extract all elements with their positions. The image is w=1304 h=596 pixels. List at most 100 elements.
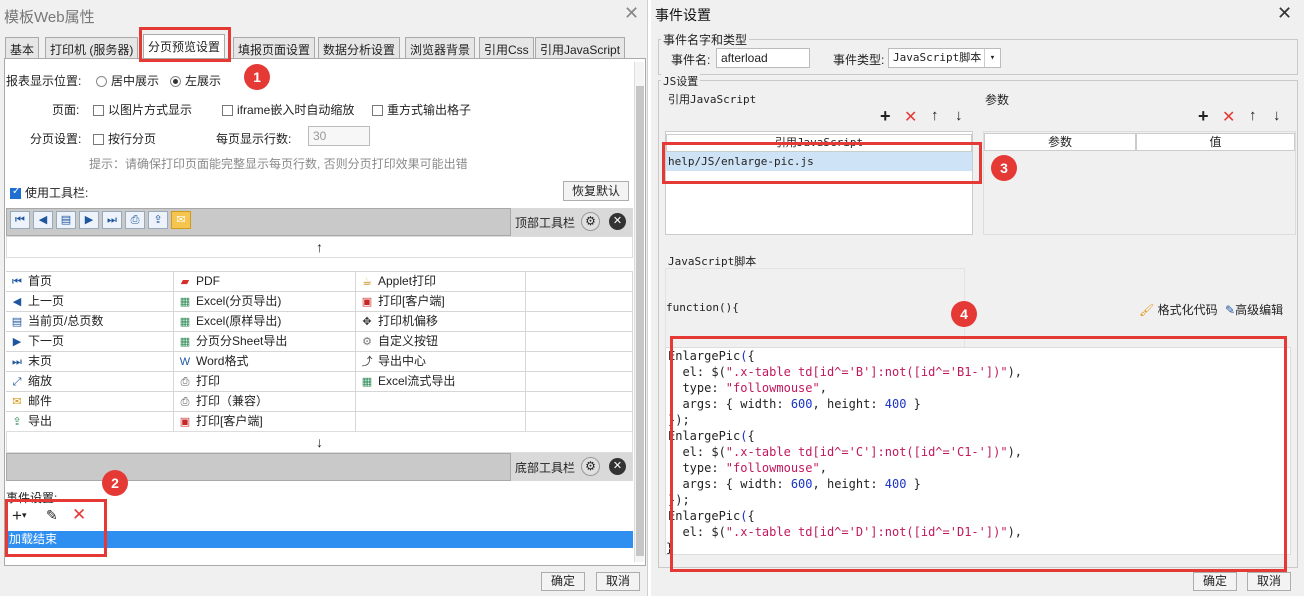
excel-icon: ▦ bbox=[179, 316, 191, 328]
toolbar-items-grid: ⏮ 首页 ▰ PDF ☕ Applet打印 ◀ 上一页 ▦ Excel(分页导出) ▣ 打印[客户端]… bbox=[6, 271, 633, 432]
checkbox-box[interactable] bbox=[372, 105, 383, 116]
remove-icon[interactable]: ✕ bbox=[609, 458, 626, 475]
toolbar-item[interactable]: ▦ 分页分Sheet导出 bbox=[174, 332, 356, 352]
bottom-toolbar-label: 底部工具栏 bbox=[515, 461, 576, 475]
move-down-arrow-icon[interactable]: ↓ bbox=[6, 431, 633, 453]
radio-center[interactable]: 居中展示 bbox=[96, 72, 159, 89]
mail-icon: ✉ bbox=[12, 396, 22, 408]
remove-icon[interactable]: ✕ bbox=[609, 213, 626, 230]
toolbar-item[interactable]: ▤ 当前页/总页数 bbox=[6, 312, 174, 332]
pdf-icon: ▰ bbox=[180, 276, 190, 288]
mail-icon[interactable]: ✉ bbox=[171, 211, 191, 229]
toolbar-item[interactable]: ▰ PDF bbox=[174, 272, 356, 292]
toolbar-item-label: 打印机偏移 bbox=[378, 314, 439, 328]
toolbar-item[interactable]: ▦ Excel(分页导出) bbox=[174, 292, 356, 312]
checkbox-box[interactable] bbox=[93, 134, 104, 145]
checkbox-iframe-zoom[interactable]: iframe嵌入时自动缩放 bbox=[222, 101, 354, 118]
tab-data-analysis[interactable]: 数据分析设置 bbox=[318, 37, 401, 59]
tab-basic[interactable]: 基本 bbox=[5, 37, 40, 59]
ok-button[interactable]: 确定 bbox=[1193, 572, 1237, 591]
toolbar-item[interactable]: ⚙ 自定义按钮 bbox=[356, 332, 526, 352]
restore-default-button[interactable]: 恢复默认 bbox=[563, 181, 629, 201]
move-up-icon[interactable]: ↑ bbox=[1249, 107, 1257, 124]
delete-js-icon[interactable]: ✕ bbox=[904, 107, 917, 127]
radio-left-circle[interactable] bbox=[170, 76, 181, 87]
toolbar-item[interactable]: ⎙ 打印（兼容） bbox=[174, 392, 356, 412]
toolbar-item[interactable]: ⤢ 缩放 bbox=[6, 372, 174, 392]
ref-js-label: 引用JavaScript bbox=[668, 93, 757, 106]
export-icon[interactable]: ⇪ bbox=[148, 211, 168, 229]
rows-per-page-input[interactable]: 30 bbox=[308, 126, 370, 146]
close-icon[interactable]: ✕ bbox=[1277, 3, 1292, 24]
name-type-group-title: 事件名字和类型 bbox=[661, 31, 750, 48]
toolbar-item[interactable]: ▣ 打印[客户端] bbox=[174, 412, 356, 432]
toolbar-item[interactable]: W Word格式 bbox=[174, 352, 356, 372]
tab-ref-css[interactable]: 引用Css bbox=[479, 37, 534, 59]
next-page-icon[interactable]: ▶ bbox=[79, 211, 99, 229]
toolbar-item[interactable]: ◀ 上一页 bbox=[6, 292, 174, 312]
vertical-scrollbar[interactable] bbox=[634, 62, 644, 562]
move-down-icon[interactable]: ↓ bbox=[1273, 107, 1281, 124]
event-name-input[interactable]: afterload bbox=[716, 48, 810, 68]
gear-icon[interactable]: ⚙ bbox=[581, 457, 600, 476]
empty-cell bbox=[526, 332, 633, 352]
toolbar-item[interactable]: ⏭ 末页 bbox=[6, 352, 174, 372]
first-page-icon[interactable]: ⏮ bbox=[10, 211, 30, 229]
scrollbar-thumb[interactable] bbox=[636, 86, 644, 556]
toolbar-item[interactable]: ⤴ 导出中心 bbox=[356, 352, 526, 372]
toolbar-item[interactable]: ▦ Excel(原样导出) bbox=[174, 312, 356, 332]
toolbar-item[interactable]: ▣ 打印[客户端] bbox=[356, 292, 526, 312]
event-settings-dialog: 事件设置 ✕ 事件名字和类型 事件名: afterload 事件类型: Java… bbox=[651, 0, 1304, 596]
tab-browser-bg[interactable]: 浏览器背景 bbox=[405, 37, 476, 59]
page-count-icon[interactable]: ▤ bbox=[56, 211, 76, 229]
top-toolbar-buttons: ⏮ ◀ ▤ ▶ ⏭ ⎙ ⇪ ✉ bbox=[10, 210, 510, 234]
toolbar-item[interactable]: ▶ 下一页 bbox=[6, 332, 174, 352]
prev-page-icon[interactable]: ◀ bbox=[33, 211, 53, 229]
event-type-value: JavaScript脚本 bbox=[893, 51, 982, 64]
cancel-button[interactable]: 取消 bbox=[1247, 572, 1291, 591]
print-icon[interactable]: ⎙ bbox=[125, 211, 145, 229]
toolbar-item[interactable]: ⇪ 导出 bbox=[6, 412, 174, 432]
checkbox-box[interactable] bbox=[93, 105, 104, 116]
checkbox-label: 以图片方式显示 bbox=[108, 103, 193, 117]
toolbar-item[interactable]: ▦ Excel流式导出 bbox=[356, 372, 526, 392]
add-js-icon[interactable]: + bbox=[880, 106, 891, 127]
chevron-down-icon[interactable]: ▾ bbox=[984, 49, 1000, 67]
toolbar-item-label: 打印 bbox=[196, 374, 221, 388]
checkbox-repeat-output[interactable]: 重方式输出格子 bbox=[372, 101, 471, 118]
close-icon[interactable]: ✕ bbox=[624, 3, 639, 24]
excel-icon: ▦ bbox=[179, 336, 191, 348]
move-down-icon[interactable]: ↓ bbox=[955, 107, 963, 124]
ok-button[interactable]: 确定 bbox=[541, 572, 585, 591]
tab-fill-page[interactable]: 填报页面设置 bbox=[233, 37, 316, 59]
checkbox-box[interactable] bbox=[222, 105, 233, 116]
event-type-select[interactable]: JavaScript脚本 ▾ bbox=[888, 48, 1001, 68]
applet-print-icon: ☕ bbox=[362, 276, 372, 288]
checkbox-use-toolbar[interactable]: 使用工具栏: bbox=[10, 184, 88, 201]
checkbox-image-display[interactable]: 以图片方式显示 bbox=[93, 101, 192, 118]
last-page-icon[interactable]: ⏭ bbox=[102, 211, 122, 229]
print-client-icon: ▣ bbox=[361, 296, 373, 308]
print-icon: ⎙ bbox=[180, 376, 190, 388]
toolbar-item[interactable]: ✥ 打印机偏移 bbox=[356, 312, 526, 332]
toolbar-item[interactable]: ✉ 邮件 bbox=[6, 392, 174, 412]
format-code-button[interactable]: 🖌 格式化代码 bbox=[1139, 301, 1218, 318]
toolbar-item[interactable]: ☕ Applet打印 bbox=[356, 272, 526, 292]
cancel-button[interactable]: 取消 bbox=[596, 572, 640, 591]
tab-printer[interactable]: 打印机 (服务器) bbox=[45, 37, 139, 59]
radio-center-circle[interactable] bbox=[96, 76, 107, 87]
toolbar-item[interactable]: ⎙ 打印 bbox=[174, 372, 356, 392]
toolbar-item[interactable]: ⏮ 首页 bbox=[6, 272, 174, 292]
tab-ref-js[interactable]: 引用JavaScript bbox=[535, 37, 626, 59]
add-param-icon[interactable]: + bbox=[1198, 106, 1209, 127]
advanced-edit-button[interactable]: ✎高级编辑 bbox=[1225, 301, 1283, 318]
checkbox-row-paging[interactable]: 按行分页 bbox=[93, 130, 156, 147]
radio-left[interactable]: 左展示 bbox=[170, 72, 221, 89]
checkbox-box[interactable] bbox=[10, 186, 21, 199]
function-header: function(){ bbox=[666, 301, 739, 314]
delete-param-icon[interactable]: ✕ bbox=[1222, 107, 1235, 127]
move-up-arrow-icon[interactable]: ↑ bbox=[6, 236, 633, 258]
gear-icon[interactable]: ⚙ bbox=[581, 212, 600, 231]
annotation-badge-2: 2 bbox=[102, 470, 128, 496]
move-up-icon[interactable]: ↑ bbox=[931, 107, 939, 124]
